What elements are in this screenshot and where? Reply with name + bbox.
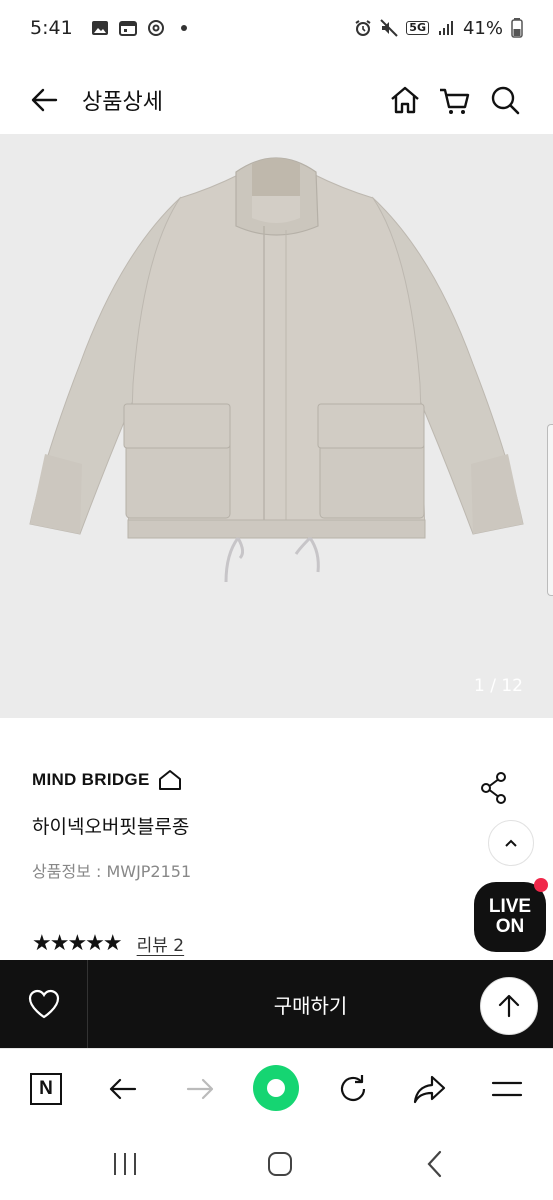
notification-dot-icon xyxy=(180,25,187,31)
product-info-code: 상품정보 : MWJP2151 xyxy=(32,862,192,881)
page-title: 상품상세 xyxy=(82,90,163,115)
cart-button[interactable] xyxy=(437,82,473,118)
signal-icon xyxy=(438,21,453,35)
live-on-button[interactable]: LIVE ON xyxy=(474,878,548,952)
battery-icon xyxy=(511,18,523,38)
back-nav-icon[interactable] xyxy=(420,1148,452,1180)
jacket-product-photo xyxy=(29,157,524,583)
arrow-up-icon xyxy=(498,994,520,1018)
heart-icon xyxy=(28,989,59,1019)
home-nav-icon[interactable] xyxy=(264,1148,296,1180)
naver-home-button[interactable]: N xyxy=(26,1069,66,1109)
search-button[interactable] xyxy=(487,82,523,118)
alarm-icon xyxy=(355,20,371,36)
calendar-notification-icon xyxy=(118,21,137,36)
chevron-up-icon xyxy=(505,839,517,847)
mute-icon xyxy=(380,19,399,37)
brand-name: MIND BRIDGE xyxy=(32,770,150,789)
threads-notification-icon xyxy=(147,20,164,36)
review-link[interactable]: 리뷰 2 xyxy=(137,931,185,956)
brand-home-icon xyxy=(158,770,181,790)
browser-toolbar: N xyxy=(0,1048,553,1128)
green-dot-button[interactable] xyxy=(253,1065,299,1111)
green-dot-icon xyxy=(267,1079,285,1097)
edge-panel-handle[interactable] xyxy=(547,424,553,596)
browser-forward-button[interactable] xyxy=(180,1069,220,1109)
arrow-right-icon xyxy=(186,1078,214,1100)
purchase-bar: 구매하기 xyxy=(0,960,553,1048)
refresh-button[interactable] xyxy=(333,1069,373,1109)
share-icon[interactable] xyxy=(478,770,510,806)
back-arrow-icon[interactable] xyxy=(26,82,62,118)
battery-percent: 41% xyxy=(462,17,503,39)
live-label-line2: ON xyxy=(495,916,525,937)
arrow-left-icon xyxy=(109,1078,137,1100)
search-icon xyxy=(491,86,520,115)
live-indicator-dot xyxy=(534,878,548,892)
rating-row: ★★★★★ 리뷰 2 xyxy=(32,930,184,956)
scroll-up-small-button[interactable] xyxy=(488,820,534,866)
browser-share-button[interactable] xyxy=(410,1069,450,1109)
system-navigation-bar xyxy=(0,1128,553,1200)
home-icon xyxy=(391,86,419,114)
product-name: 하이넥오버핏블루종 xyxy=(32,816,190,838)
recent-apps-icon[interactable] xyxy=(109,1148,141,1180)
browser-menu-button[interactable] xyxy=(487,1069,527,1109)
refresh-icon xyxy=(340,1075,366,1102)
star-rating: ★★★★★ xyxy=(32,930,123,956)
browser-back-button[interactable] xyxy=(103,1069,143,1109)
gallery-notification-icon xyxy=(91,21,108,35)
brand-link[interactable]: MIND BRIDGE xyxy=(32,768,182,792)
naver-n-icon: N xyxy=(30,1073,62,1105)
network-type: 5G xyxy=(406,21,429,35)
live-label-line1: LIVE xyxy=(488,896,532,917)
scroll-to-top-button[interactable] xyxy=(480,977,538,1035)
status-bar: 5:41 5G 41% xyxy=(0,0,553,56)
share-arrow-icon xyxy=(413,1075,446,1104)
wishlist-button[interactable] xyxy=(0,960,88,1048)
product-image-carousel[interactable]: 1 / 12 xyxy=(0,134,553,718)
status-time: 5:41 xyxy=(30,17,73,39)
cart-icon xyxy=(440,88,470,114)
app-header: 상품상세 xyxy=(0,66,553,132)
menu-icon xyxy=(491,1081,523,1097)
home-button[interactable] xyxy=(387,82,423,118)
image-counter: 1 / 12 xyxy=(474,676,523,696)
